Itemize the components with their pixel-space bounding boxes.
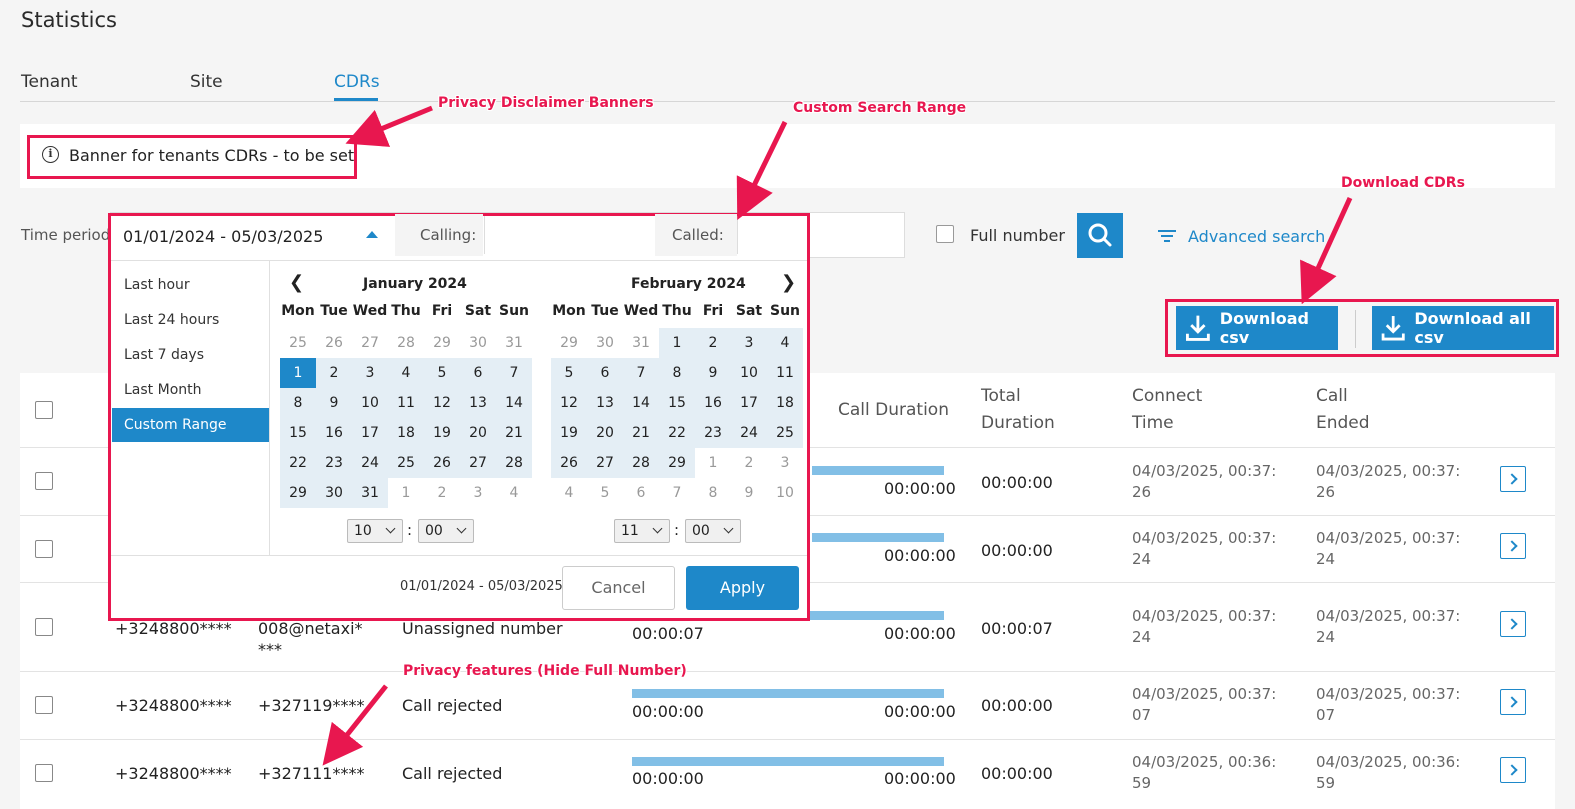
annotation-arrows <box>322 105 1353 766</box>
annotation-arrow <box>345 105 433 147</box>
annotation-privacy-features: Privacy features (Hide Full Number) <box>403 663 687 679</box>
annotation-arrow <box>736 120 788 220</box>
annotation-custom-range: Custom Search Range <box>793 100 967 116</box>
annotation-download-cdrs: Download CDRs <box>1341 175 1465 191</box>
annotation-arrow <box>1300 196 1353 305</box>
annotation-arrow <box>322 684 388 766</box>
annotation-privacy-banners: Privacy Disclaimer Banners <box>438 95 654 111</box>
